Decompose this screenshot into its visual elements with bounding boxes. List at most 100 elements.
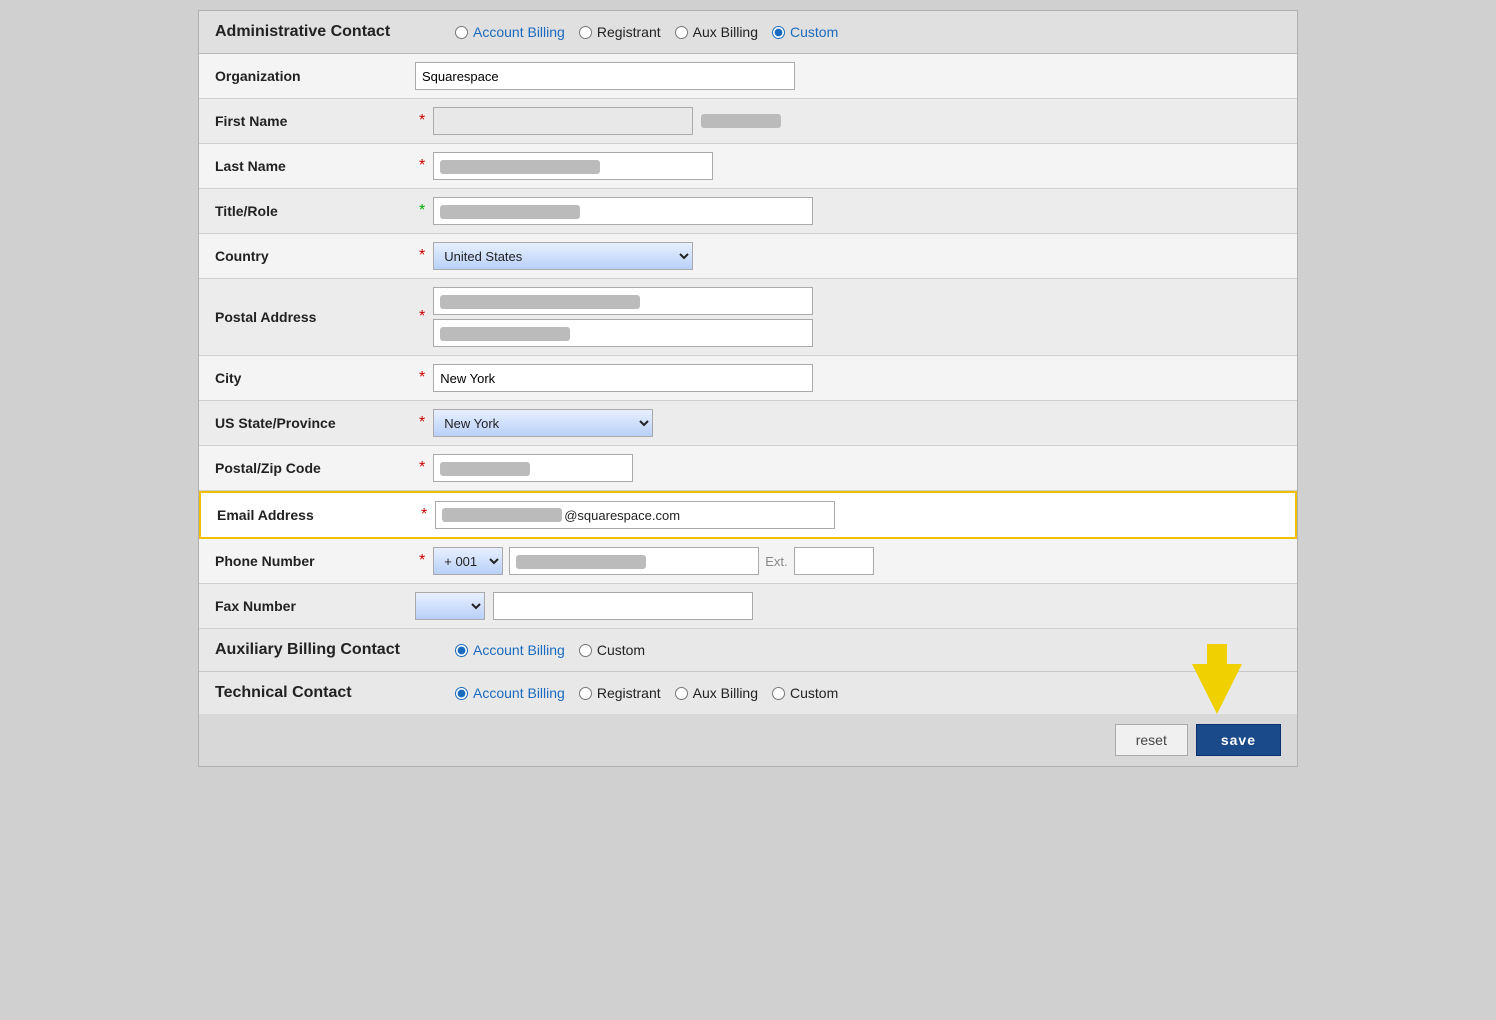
email-blur	[442, 508, 562, 522]
admin-registrant-label: Registrant	[597, 24, 661, 40]
fax-number-row: Fax Number + 001	[199, 584, 1297, 629]
reset-button[interactable]: reset	[1115, 724, 1188, 756]
us-state-select[interactable]: New York California Texas	[433, 409, 653, 437]
tech-account-billing-option[interactable]: Account Billing	[455, 685, 565, 701]
title-role-blur	[440, 205, 580, 219]
phone-number-required: *	[419, 552, 425, 570]
postal-zip-required: *	[419, 459, 425, 477]
city-input[interactable]	[433, 364, 813, 392]
tech-aux-billing-option[interactable]: Aux Billing	[675, 685, 758, 701]
fax-input[interactable]	[493, 592, 753, 620]
country-row: Country * United States Canada United Ki…	[199, 234, 1297, 279]
phone-number-input-container: + 001 + 044 Ext.	[433, 547, 1281, 575]
email-address-label: Email Address	[217, 507, 417, 523]
postal-zip-row: Postal/Zip Code *	[199, 446, 1297, 491]
save-button[interactable]: save	[1196, 724, 1281, 756]
title-role-input-container	[433, 197, 1281, 225]
first-name-input-container	[433, 107, 1281, 135]
email-address-required: *	[421, 506, 427, 524]
city-label: City	[215, 370, 415, 386]
postal-zip-label: Postal/Zip Code	[215, 460, 415, 476]
arrow-indicator	[1187, 644, 1247, 717]
postal-zip-input-container	[433, 454, 1281, 482]
tech-registrant-label: Registrant	[597, 685, 661, 701]
first-name-input[interactable]	[433, 107, 693, 135]
organization-row: Organization	[199, 54, 1297, 99]
tech-custom-label: Custom	[790, 685, 838, 701]
admin-contact-header: Administrative Contact Account Billing R…	[199, 11, 1297, 54]
ext-label: Ext.	[765, 554, 787, 569]
phone-number-row: Phone Number * + 001 + 044 Ext.	[199, 539, 1297, 584]
country-required: *	[419, 247, 425, 265]
us-state-input-container: New York California Texas	[433, 409, 1281, 437]
aux-custom-option[interactable]: Custom	[579, 642, 645, 658]
tech-aux-billing-label: Aux Billing	[693, 685, 758, 701]
aux-account-billing-option[interactable]: Account Billing	[455, 642, 565, 658]
us-state-label: US State/Province	[215, 415, 415, 431]
postal-address-input-container	[433, 287, 1281, 347]
postal-address-label: Postal Address	[215, 309, 415, 325]
first-name-label: First Name	[215, 113, 415, 129]
phone-country-select[interactable]: + 001 + 044	[433, 547, 503, 575]
last-name-row: Last Name *	[199, 144, 1297, 189]
admin-contact-title: Administrative Contact	[215, 23, 435, 41]
postal-address-required: *	[419, 308, 425, 326]
aux-billing-title: Auxiliary Billing Contact	[215, 641, 435, 659]
phone-blur	[516, 555, 646, 569]
first-name-required: *	[419, 112, 425, 130]
form-container: Administrative Contact Account Billing R…	[198, 10, 1298, 767]
city-row: City *	[199, 356, 1297, 401]
last-name-blur	[440, 160, 600, 174]
last-name-input-container	[433, 152, 1281, 180]
title-role-row: Title/Role *	[199, 189, 1297, 234]
postal-address-blur-1	[440, 295, 640, 309]
tech-contact-options: Account Billing Registrant Aux Billing C…	[455, 685, 838, 701]
aux-billing-options: Account Billing Custom	[455, 642, 645, 658]
ext-input[interactable]	[794, 547, 874, 575]
organization-label: Organization	[215, 68, 415, 84]
postal-address-row: Postal Address *	[199, 279, 1297, 356]
tech-custom-option[interactable]: Custom	[772, 685, 838, 701]
tech-contact-title: Technical Contact	[215, 684, 435, 702]
city-input-container	[433, 364, 1281, 392]
last-name-required: *	[419, 157, 425, 175]
us-state-required: *	[419, 414, 425, 432]
title-role-label: Title/Role	[215, 203, 415, 219]
admin-aux-billing-label: Aux Billing	[693, 24, 758, 40]
admin-custom-label: Custom	[790, 24, 838, 40]
postal-address-blur-2	[440, 327, 570, 341]
title-role-required: *	[419, 202, 425, 220]
aux-custom-label: Custom	[597, 642, 645, 658]
admin-account-billing-label: Account Billing	[473, 24, 565, 40]
admin-custom-option[interactable]: Custom	[772, 24, 838, 40]
tech-registrant-option[interactable]: Registrant	[579, 685, 661, 701]
email-address-input-container: @squarespace.com	[435, 501, 1279, 529]
email-domain: @squarespace.com	[564, 508, 680, 523]
aux-billing-row: Auxiliary Billing Contact Account Billin…	[199, 629, 1297, 672]
admin-contact-options: Account Billing Registrant Aux Billing C…	[455, 24, 838, 40]
tech-account-billing-label: Account Billing	[473, 685, 565, 701]
first-name-row: First Name *	[199, 99, 1297, 144]
us-state-row: US State/Province * New York California …	[199, 401, 1297, 446]
fax-select[interactable]: + 001	[415, 592, 485, 620]
country-input-container: United States Canada United Kingdom	[433, 242, 1281, 270]
tech-contact-row: Technical Contact Account Billing Regist…	[199, 672, 1297, 714]
fax-number-input-container: + 001	[415, 592, 1281, 620]
aux-account-billing-label: Account Billing	[473, 642, 565, 658]
phone-number-label: Phone Number	[215, 553, 415, 569]
admin-aux-billing-option[interactable]: Aux Billing	[675, 24, 758, 40]
admin-account-billing-option[interactable]: Account Billing	[455, 24, 565, 40]
form-fields: Organization First Name * Last Name *	[199, 54, 1297, 629]
country-label: Country	[215, 248, 415, 264]
last-name-label: Last Name	[215, 158, 415, 174]
organization-input[interactable]	[415, 62, 795, 90]
postal-zip-blur	[440, 462, 530, 476]
first-name-blur	[701, 114, 781, 128]
city-required: *	[419, 369, 425, 387]
action-bar: reset save	[199, 714, 1297, 766]
admin-registrant-option[interactable]: Registrant	[579, 24, 661, 40]
organization-input-container	[415, 62, 1281, 90]
country-select[interactable]: United States Canada United Kingdom	[433, 242, 693, 270]
email-address-row: Email Address * @squarespace.com	[199, 491, 1297, 539]
fax-number-label: Fax Number	[215, 598, 415, 614]
